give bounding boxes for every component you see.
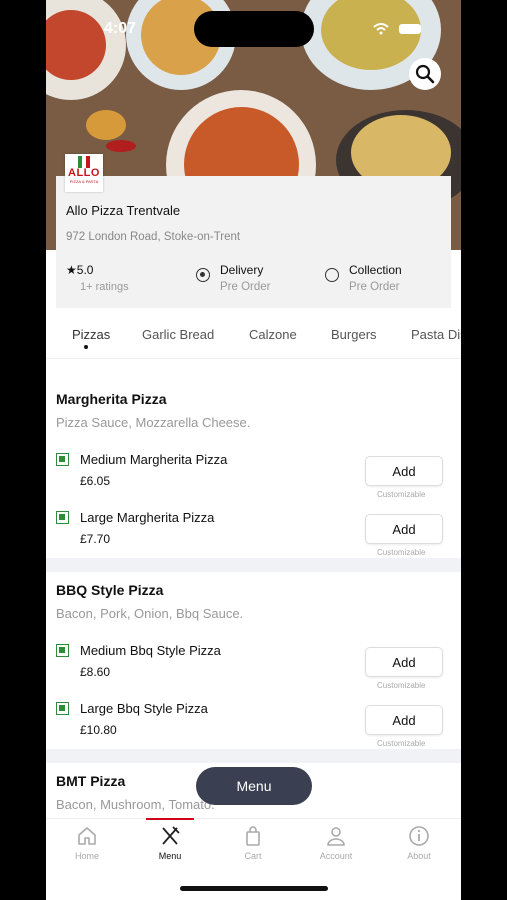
item-price: £10.80 [80,723,117,737]
nav-menu[interactable]: Menu [140,825,200,861]
battery-icon [399,23,421,34]
home-icon [78,827,96,845]
active-nav-indicator [146,818,194,820]
add-button[interactable]: Add [365,705,443,735]
collection-radio[interactable] [325,268,339,282]
home-indicator [180,886,328,891]
star-icon: ★ [66,263,77,277]
add-button[interactable]: Add [365,514,443,544]
section-description: Pizza Sauce, Mozzarella Cheese. [56,415,251,430]
item-price: £8.60 [80,665,111,679]
item-name: Large Bbq Style Pizza [80,701,208,716]
item-name: Large Margherita Pizza [80,510,215,525]
dynamic-island [194,11,314,47]
section-title: BBQ Style Pizza [56,582,164,598]
nav-home[interactable]: Home [57,825,117,861]
item-price: £6.05 [80,474,111,488]
app-screen: 4:07 ALLO PIZZA & PASTA Allo Pizza Trent… [46,0,461,900]
tab-pasta[interactable]: Pasta Dishes [411,327,461,342]
tab-calzone[interactable]: Calzone [249,327,297,342]
wifi-icon [373,20,393,35]
menu-fab-button[interactable]: Menu [196,767,312,805]
section-title: BMT Pizza [56,773,126,789]
restaurant-info-card: ALLO PIZZA & PASTA Allo Pizza Trentvale … [56,154,451,308]
item-name: Medium Margherita Pizza [80,452,228,467]
nav-account[interactable]: Account [306,825,366,861]
active-tab-indicator [84,345,88,349]
fork-knife-icon [162,826,180,845]
nav-about[interactable]: About [389,825,449,861]
customizable-label: Customizable [377,739,426,748]
add-button[interactable]: Add [365,456,443,486]
status-time: 4:07 [104,20,137,37]
restaurant-address: 972 London Road, Stoke-on-Trent [66,231,241,243]
info-icon [409,826,429,846]
nav-cart[interactable]: Cart [223,825,283,861]
veg-icon [56,453,69,466]
status-icons [373,20,421,35]
delivery-radio[interactable] [196,268,210,282]
customizable-label: Customizable [377,490,426,499]
customizable-label: Customizable [377,681,426,690]
customizable-label: Customizable [377,548,426,557]
rating-count: 1+ ratings [80,281,129,293]
search-icon [415,64,435,84]
search-button[interactable] [409,58,441,90]
section-description: Bacon, Mushroom, Tomato. [56,797,215,812]
veg-icon [56,644,69,657]
item-name: Medium Bbq Style Pizza [80,643,221,658]
section-title: Margherita Pizza [56,391,167,407]
section-description: Bacon, Pork, Onion, Bbq Sauce. [56,606,244,621]
restaurant-name: Allo Pizza Trentvale [66,203,181,218]
section-divider [46,749,461,763]
rating: ★5.0 [66,263,94,277]
section-divider [46,558,461,572]
category-tabs: Pizzas Garlic Bread Calzone Burgers Past… [46,318,461,359]
tab-pizzas[interactable]: Pizzas [72,327,110,342]
tab-garlic-bread[interactable]: Garlic Bread [142,327,214,342]
user-icon [327,827,345,846]
restaurant-logo: ALLO PIZZA & PASTA [65,154,103,192]
veg-icon [56,702,69,715]
add-button[interactable]: Add [365,647,443,677]
item-price: £7.70 [80,532,111,546]
tab-burgers[interactable]: Burgers [331,327,377,342]
veg-icon [56,511,69,524]
bag-icon [246,826,260,846]
